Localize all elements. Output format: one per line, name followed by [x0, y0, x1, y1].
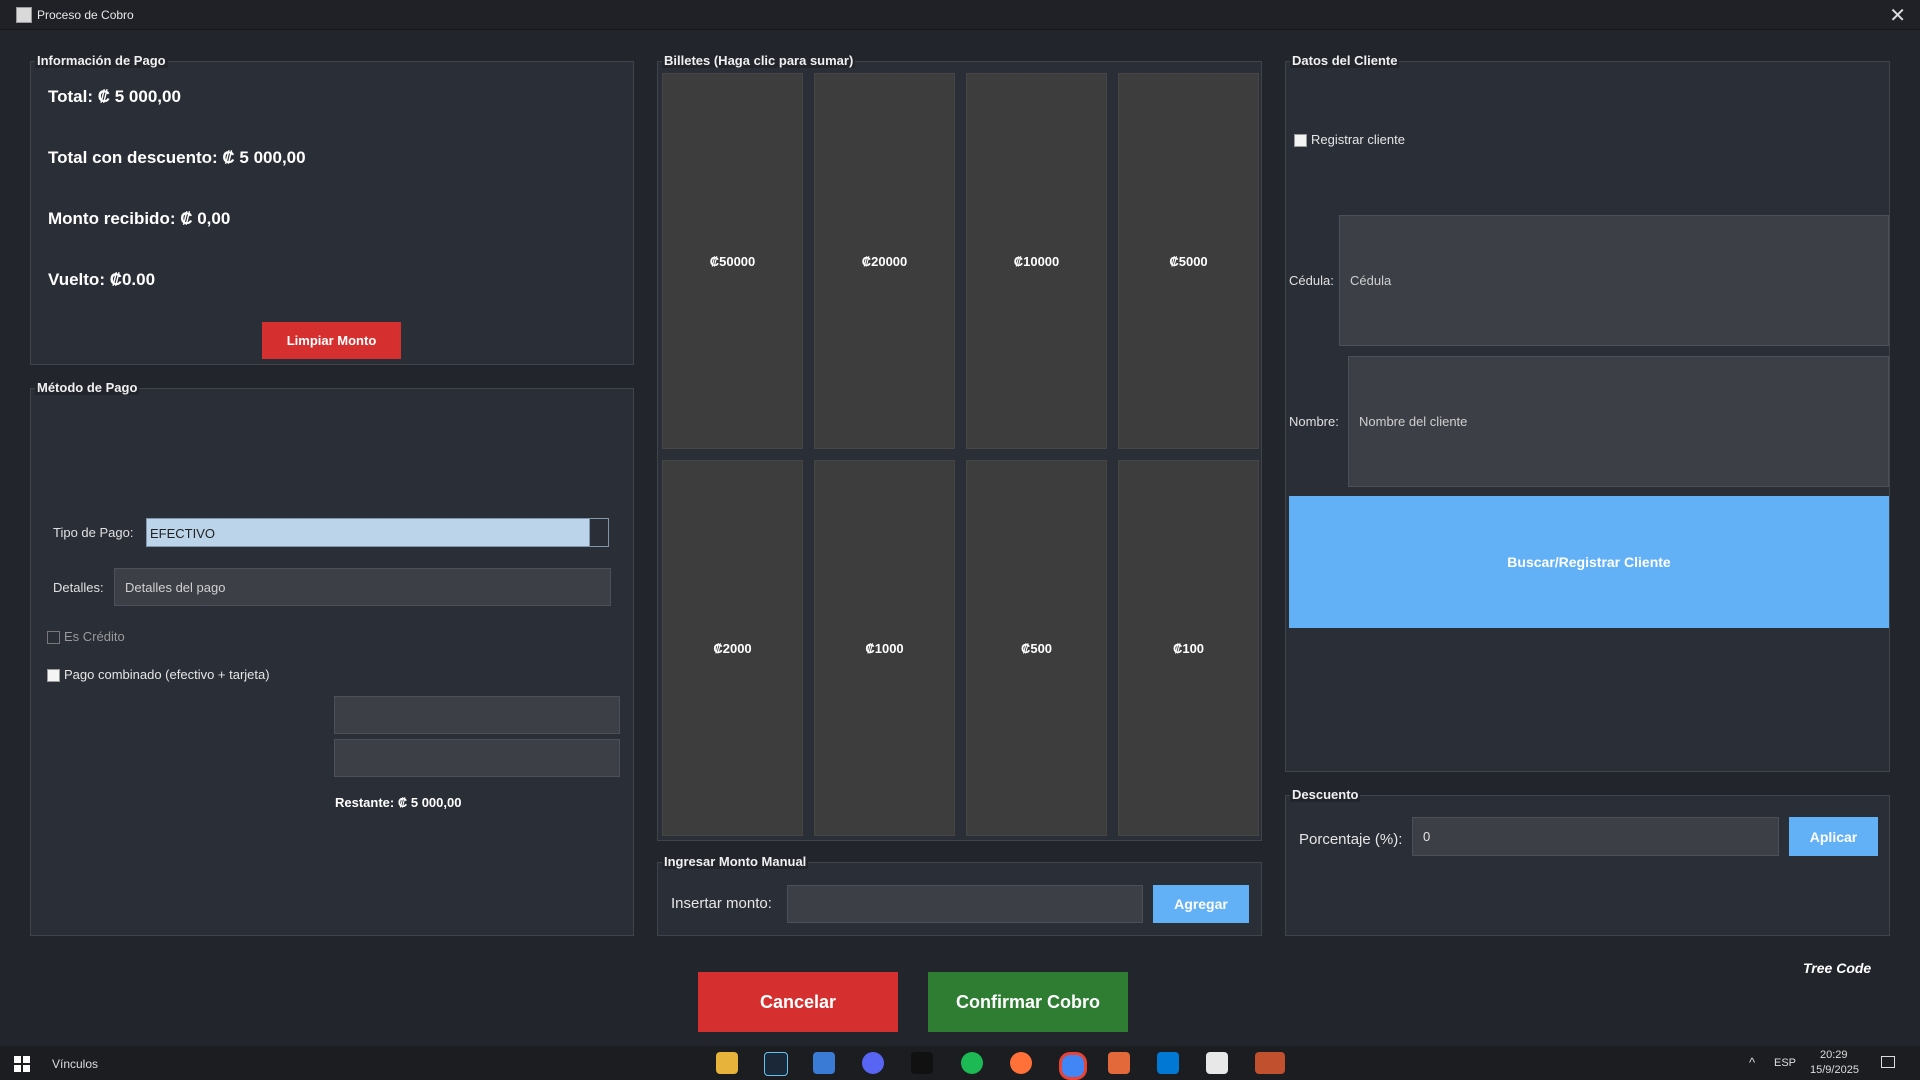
- bill-20000-button[interactable]: ₡20000: [814, 73, 955, 449]
- bill-500-button[interactable]: ₡500: [966, 460, 1107, 836]
- bills-panel: Billetes (Haga clic para sumar) ₡50000 ₡…: [657, 53, 1262, 841]
- payment-info-legend: Información de Pago: [35, 53, 168, 68]
- details-input[interactable]: Detalles del pago: [114, 568, 611, 606]
- taskbar-links[interactable]: Vínculos: [52, 1057, 98, 1071]
- card-amount-input[interactable]: [334, 739, 620, 777]
- checkbox-icon: [1294, 134, 1307, 148]
- clock-date: 15/9/2025: [1810, 1064, 1859, 1076]
- name-label: Nombre:: [1289, 414, 1339, 429]
- cedula-label: Cédula:: [1289, 273, 1334, 288]
- discount-panel: Descuento Porcentaje (%): 0 Aplicar: [1285, 787, 1890, 936]
- client-legend: Datos del Cliente: [1290, 53, 1400, 68]
- discord-icon[interactable]: [862, 1052, 884, 1074]
- received-label: Monto recibido: ₡ 0,00: [48, 209, 231, 228]
- clear-amount-button[interactable]: Limpiar Monto: [262, 322, 401, 359]
- bills-legend: Billetes (Haga clic para sumar): [662, 53, 856, 68]
- payment-type-label: Tipo de Pago:: [53, 525, 134, 540]
- cash-amount-input[interactable]: [334, 696, 620, 734]
- chrome-icon[interactable]: [1059, 1052, 1087, 1080]
- store-icon[interactable]: [813, 1052, 835, 1074]
- apply-discount-button[interactable]: Aplicar: [1789, 817, 1878, 856]
- bill-1000-button[interactable]: ₡1000: [814, 460, 955, 836]
- clock-time: 20:29: [1820, 1049, 1848, 1061]
- combined-payment-label: Pago combinado (efectivo + tarjeta): [64, 667, 270, 682]
- add-amount-button[interactable]: Agregar: [1153, 885, 1249, 923]
- bill-5000-button[interactable]: ₡5000: [1118, 73, 1259, 449]
- details-label: Detalles:: [53, 580, 104, 595]
- total-label: Total: ₡ 5 000,00: [48, 87, 181, 106]
- bill-50000-button[interactable]: ₡50000: [662, 73, 803, 449]
- bill-10000-button[interactable]: ₡10000: [966, 73, 1107, 449]
- payment-type-value: EFECTIVO: [150, 526, 216, 541]
- claude-icon[interactable]: [1108, 1052, 1130, 1074]
- firefox-icon[interactable]: [1010, 1052, 1032, 1074]
- search-register-client-button[interactable]: Buscar/Registrar Cliente: [1289, 496, 1889, 628]
- chevron-up-icon[interactable]: ^: [1749, 1055, 1755, 1070]
- window-title: Proceso de Cobro: [37, 8, 134, 22]
- discount-legend: Descuento: [1290, 787, 1361, 802]
- payment-info-panel: Información de Pago Total: ₡ 5 000,00 To…: [30, 53, 634, 365]
- file-explorer-icon[interactable]: [716, 1052, 738, 1074]
- title-bar: Proceso de Cobro ✕: [0, 0, 1920, 30]
- cedula-input[interactable]: Cédula: [1339, 215, 1889, 346]
- java-icon[interactable]: [1206, 1052, 1228, 1074]
- checkbox-icon: [47, 631, 60, 645]
- manual-amount-label: Insertar monto:: [671, 895, 772, 912]
- bill-2000-button[interactable]: ₡2000: [662, 460, 803, 836]
- payment-type-select[interactable]: EFECTIVO: [146, 518, 609, 547]
- discount-label: Porcentaje (%):: [1299, 831, 1403, 848]
- combined-payment-checkbox[interactable]: Pago combinado (efectivo + tarjeta): [47, 667, 270, 683]
- payment-method-legend: Método de Pago: [35, 380, 140, 395]
- manual-amount-legend: Ingresar Monto Manual: [662, 854, 809, 869]
- copilot-icon[interactable]: [1255, 1052, 1285, 1074]
- notifications-icon[interactable]: [1881, 1056, 1895, 1068]
- change-label: Vuelto: ₡0.00: [48, 270, 156, 289]
- taskbar: Vínculos ^ ESP 20:29 15/9/2025: [0, 1046, 1920, 1080]
- windows-start-icon[interactable]: [14, 1056, 30, 1072]
- payment-method-panel: Método de Pago Tipo de Pago: EFECTIVO De…: [30, 380, 634, 936]
- spotify-icon[interactable]: [961, 1052, 983, 1074]
- remaining-label: Restante: ₡ 5 000,00: [335, 795, 462, 810]
- vscode-icon[interactable]: [1157, 1052, 1179, 1074]
- app-icon: [16, 7, 32, 23]
- total-discount-label: Total con descuento: ₡ 5 000,00: [48, 148, 306, 167]
- language-indicator[interactable]: ESP: [1774, 1057, 1796, 1069]
- close-icon[interactable]: ✕: [1889, 3, 1906, 28]
- client-panel: Datos del Cliente Registrar cliente Cédu…: [1285, 53, 1890, 772]
- name-input[interactable]: Nombre del cliente: [1348, 356, 1889, 487]
- manual-amount-panel: Ingresar Monto Manual Insertar monto: Ag…: [657, 854, 1262, 936]
- credit-checkbox[interactable]: Es Crédito: [47, 629, 125, 645]
- checkbox-icon: [47, 669, 60, 683]
- cancel-button[interactable]: Cancelar: [698, 972, 898, 1032]
- credit-label: Es Crédito: [64, 629, 125, 644]
- register-client-checkbox[interactable]: Registrar cliente: [1294, 132, 1405, 148]
- audio-app-icon[interactable]: [911, 1052, 933, 1074]
- chevron-down-icon[interactable]: [589, 519, 608, 546]
- steam-icon[interactable]: [764, 1052, 788, 1076]
- bill-100-button[interactable]: ₡100: [1118, 460, 1259, 836]
- register-client-label: Registrar cliente: [1311, 132, 1405, 147]
- confirm-payment-button[interactable]: Confirmar Cobro: [928, 972, 1128, 1032]
- discount-input[interactable]: 0: [1412, 817, 1779, 856]
- manual-amount-input[interactable]: [787, 885, 1143, 923]
- brand-label: Tree Code: [1803, 960, 1872, 976]
